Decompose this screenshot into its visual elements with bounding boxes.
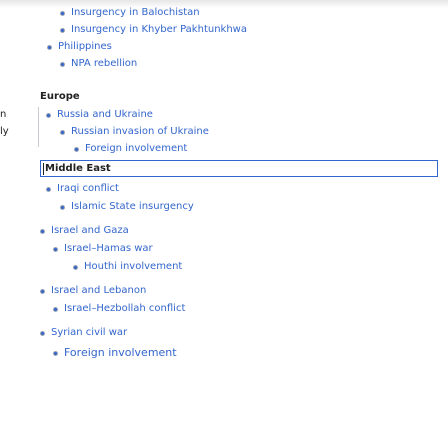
list-item-link[interactable]: Israel and Lebanon [51,284,146,298]
section-search-value: Middle East [45,163,111,174]
bullet-icon [74,146,79,152]
bullet-icon [46,186,51,192]
left-edge-fragment: n [0,109,7,120]
list-item-link[interactable]: Insurgency in Balochistan [71,6,200,20]
list-item[interactable]: Syrian civil war [40,326,127,340]
list-item[interactable]: Insurgency in Khyber Pakhtunkhwa [60,23,247,37]
list-item-link[interactable]: NPA rebellion [71,57,137,71]
page: Insurgency in Balochistan Insurgency in … [0,0,448,448]
list-item[interactable]: Israel–Hamas war [53,242,153,256]
bullet-icon [53,246,58,252]
list-item-link[interactable]: Russian invasion of Ukraine [71,125,209,139]
divider [38,107,39,147]
bullet-icon [53,306,58,312]
list-item-link[interactable]: Islamic State insurgency [71,200,194,214]
list-item[interactable]: Insurgency in Balochistan [60,6,200,20]
list-item-link[interactable]: Iraqi conflict [57,182,119,196]
bullet-icon [40,228,45,234]
bullet-icon [46,112,51,118]
bullet-icon [60,129,65,135]
list-item[interactable]: Philippines [47,40,112,54]
bullet-icon [40,330,45,336]
list-item-link[interactable]: Israel and Gaza [51,224,129,238]
list-item[interactable]: Islamic State insurgency [60,200,194,214]
section-search-box[interactable]: Middle East [40,160,438,177]
section-heading-europe: Europe [40,91,80,102]
list-item-link[interactable]: Israel–Hamas war [64,242,153,256]
list-item[interactable]: Russian invasion of Ukraine [60,125,209,139]
bullet-icon [47,44,52,50]
list-item[interactable]: Israel–Hezbollah conflict [53,302,185,316]
list-item-link[interactable]: Philippines [58,40,112,54]
bullet-icon [60,27,65,33]
list-item[interactable]: Russia and Ukraine [46,108,153,122]
list-item-link[interactable]: Israel–Hezbollah conflict [64,302,185,316]
list-item-link[interactable]: Insurgency in Khyber Pakhtunkhwa [71,23,247,37]
list-item[interactable]: Israel and Gaza [40,224,129,238]
left-edge-fragment: ly [0,126,9,137]
bullet-icon [40,288,45,294]
list-item-link[interactable]: Russia and Ukraine [57,108,153,122]
bullet-icon [60,204,65,210]
list-item[interactable]: Foreign involvement [74,142,187,156]
bullet-icon [60,61,65,67]
list-item[interactable]: Israel and Lebanon [40,284,146,298]
bullet-icon [53,350,58,356]
bullet-icon [73,264,78,270]
list-item-link[interactable]: Foreign involvement [85,142,187,156]
list-item-link[interactable]: Foreign involvement [64,346,177,360]
list-item[interactable]: Houthi involvement [73,260,182,274]
list-item[interactable]: NPA rebellion [60,57,137,71]
list-item[interactable]: Foreign involvement [53,346,177,360]
list-item[interactable]: Iraqi conflict [46,182,119,196]
text-cursor [43,162,44,175]
list-item-link[interactable]: Syrian civil war [51,326,127,340]
bullet-icon [60,10,65,16]
list-item-link[interactable]: Houthi involvement [84,260,182,274]
